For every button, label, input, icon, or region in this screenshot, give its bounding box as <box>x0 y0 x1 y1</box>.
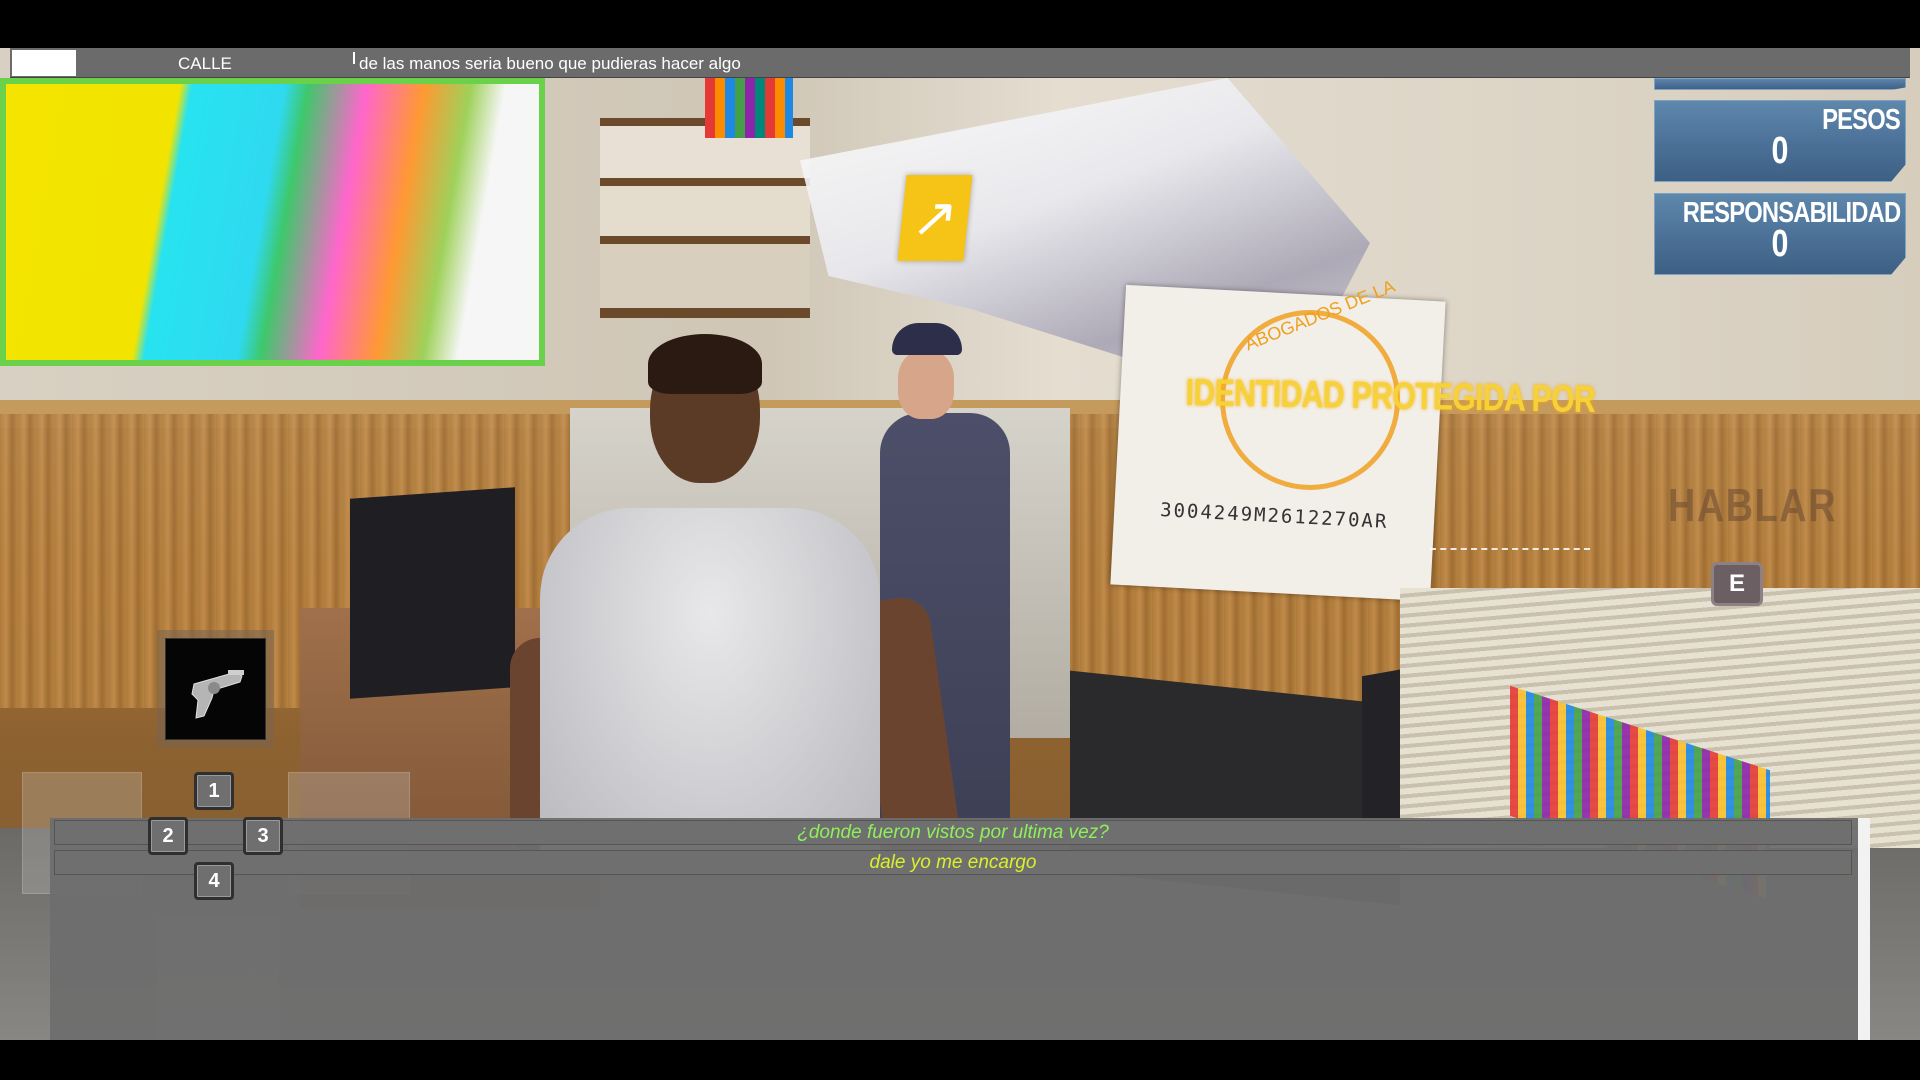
stat-panel-partial <box>1654 78 1906 90</box>
hotkey-2[interactable]: 2 <box>148 817 188 855</box>
dialog-box: ¿donde fueron vistos por ultima vez? dal… <box>50 818 1870 1040</box>
dialog-scrollbar[interactable] <box>1858 818 1870 1040</box>
pesos-panel: PESOS 0 <box>1654 100 1906 182</box>
pointer-line-icon <box>1430 548 1590 550</box>
wall-map <box>0 78 545 366</box>
status-message: de las manos seria bueno que pudieras ha… <box>359 54 741 73</box>
responsabilidad-value: 0 <box>1771 223 1789 265</box>
letterbox-top <box>0 0 1920 48</box>
binders <box>705 78 793 138</box>
responsabilidad-panel: RESPONSABILIDAD 0 <box>1654 193 1906 275</box>
player-hair <box>648 334 762 394</box>
player-torso <box>540 508 880 858</box>
weapon-slot[interactable] <box>165 638 266 740</box>
hotkey-4[interactable]: 4 <box>194 862 234 900</box>
dialog-option-2[interactable]: dale yo me encargo <box>54 850 1852 875</box>
monitor-left <box>350 487 515 699</box>
talk-prompt-label: HABLAR <box>1668 479 1838 531</box>
text-caret <box>353 52 355 64</box>
letterbox-bottom <box>0 1040 1920 1080</box>
dialog-option-1[interactable]: ¿donde fueron vistos por ultima vez? <box>54 820 1852 845</box>
waypoint-marker[interactable]: ↗ <box>897 175 973 261</box>
revolver-icon <box>191 670 244 719</box>
identity-protected-label: IDENTIDAD PROTEGIDA POR <box>1185 372 1596 422</box>
status-box <box>12 50 76 76</box>
player-character <box>510 334 963 862</box>
interact-key-e[interactable]: E <box>1711 562 1763 606</box>
arrow-up-right-icon: ↗ <box>909 188 961 248</box>
zone-label: CALLE <box>178 54 232 73</box>
wall-shelf <box>600 118 810 318</box>
top-status-bar: CALLE de las manos seria bueno que pudie… <box>10 48 1910 78</box>
hotkey-3[interactable]: 3 <box>243 817 283 855</box>
hotkey-1[interactable]: 1 <box>194 772 234 810</box>
pesos-value: 0 <box>1771 130 1789 172</box>
